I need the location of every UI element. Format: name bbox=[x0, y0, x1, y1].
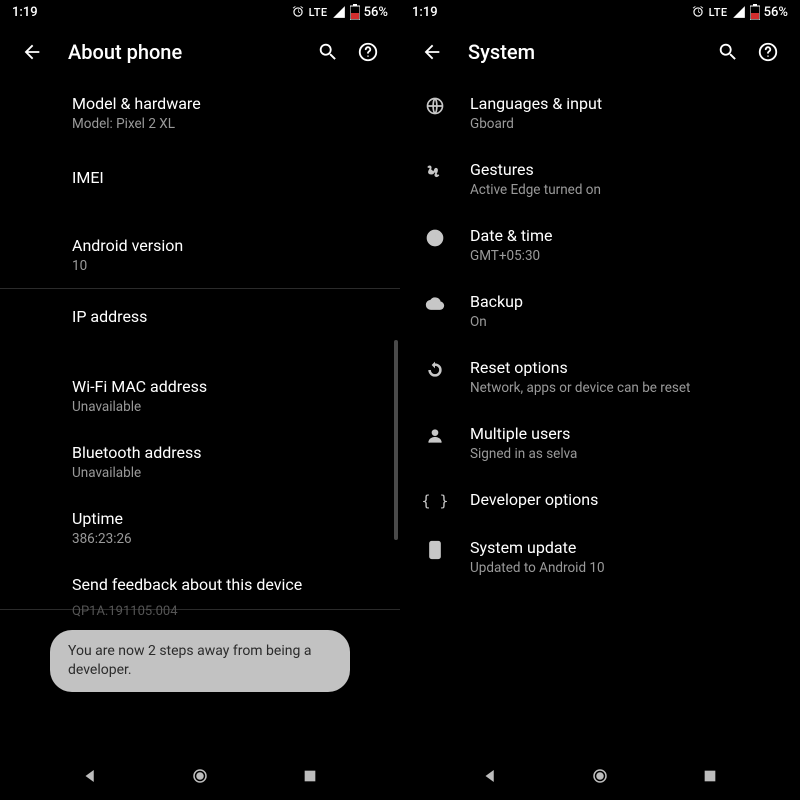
cloud-icon bbox=[425, 294, 445, 314]
help-button[interactable] bbox=[748, 32, 788, 72]
content-left: Model & hardware Model: Pixel 2 XL IMEI … bbox=[0, 80, 400, 752]
clock-icon bbox=[425, 228, 445, 248]
scrollbar[interactable] bbox=[394, 340, 398, 540]
battery-icon bbox=[750, 4, 760, 20]
search-icon bbox=[317, 41, 339, 63]
back-button[interactable] bbox=[12, 32, 52, 72]
item-uptime[interactable]: Uptime 386:23:26 bbox=[72, 495, 384, 561]
header-right: System bbox=[400, 24, 800, 80]
back-button[interactable] bbox=[412, 32, 452, 72]
nav-home[interactable] bbox=[580, 756, 620, 796]
battery-percent: 56% bbox=[764, 5, 788, 20]
item-system-update[interactable]: System updateUpdated to Android 10 bbox=[400, 524, 800, 590]
back-arrow-icon bbox=[21, 41, 43, 63]
page-title: About phone bbox=[68, 40, 308, 64]
nav-back[interactable] bbox=[470, 756, 510, 796]
item-reset-options[interactable]: Reset optionsNetwork, apps or device can… bbox=[400, 344, 800, 410]
item-send-feedback[interactable]: Send feedback about this device bbox=[72, 561, 384, 599]
lte-label: LTE bbox=[709, 6, 728, 19]
square-recent-icon bbox=[302, 768, 318, 784]
item-multiple-users[interactable]: Multiple usersSigned in as selva bbox=[400, 410, 800, 476]
nav-bar bbox=[0, 752, 400, 800]
item-languages-input[interactable]: Languages & inputGboard bbox=[400, 80, 800, 146]
person-icon bbox=[425, 426, 445, 446]
build-number-partial: QP1A.191105.004 bbox=[0, 604, 400, 619]
search-button[interactable] bbox=[708, 32, 748, 72]
developer-toast: You are now 2 steps away from being a de… bbox=[50, 630, 350, 692]
status-bar: 1:19 LTE 56% bbox=[0, 0, 400, 24]
nav-home[interactable] bbox=[180, 756, 220, 796]
status-bar: 1:19 LTE 56% bbox=[400, 0, 800, 24]
circle-home-icon bbox=[591, 767, 609, 785]
square-recent-icon bbox=[702, 768, 718, 784]
item-bluetooth-address[interactable]: Bluetooth address Unavailable bbox=[72, 429, 384, 495]
item-date-time[interactable]: Date & timeGMT+05:30 bbox=[400, 212, 800, 278]
help-icon bbox=[357, 41, 379, 63]
item-model-hardware[interactable]: Model & hardware Model: Pixel 2 XL bbox=[72, 80, 384, 146]
nav-bar bbox=[400, 752, 800, 800]
signal-icon bbox=[332, 5, 346, 19]
phone-right: 1:19 LTE 56% System Languages & inputGbo… bbox=[400, 0, 800, 800]
search-button[interactable] bbox=[308, 32, 348, 72]
signal-icon bbox=[732, 5, 746, 19]
nav-back[interactable] bbox=[70, 756, 110, 796]
status-time: 1:19 bbox=[412, 5, 438, 20]
content-right: Languages & inputGboard GesturesActive E… bbox=[400, 80, 800, 752]
alarm-icon bbox=[291, 5, 305, 19]
circle-home-icon bbox=[191, 767, 209, 785]
status-time: 1:19 bbox=[12, 5, 38, 20]
globe-icon bbox=[425, 96, 445, 116]
item-backup[interactable]: BackupOn bbox=[400, 278, 800, 344]
nav-recent[interactable] bbox=[690, 756, 730, 796]
braces-icon: { } bbox=[421, 492, 448, 510]
battery-icon bbox=[350, 4, 360, 20]
lte-label: LTE bbox=[309, 6, 328, 19]
triangle-back-icon bbox=[481, 767, 499, 785]
battery-percent: 56% bbox=[364, 5, 388, 20]
header-left: About phone bbox=[0, 24, 400, 80]
triangle-back-icon bbox=[81, 767, 99, 785]
item-developer-options[interactable]: { } Developer options bbox=[400, 476, 800, 524]
item-imei[interactable]: IMEI bbox=[72, 146, 384, 210]
phone-left: 1:19 LTE 56% About phone Model & hardwar… bbox=[0, 0, 400, 800]
item-gestures[interactable]: GesturesActive Edge turned on bbox=[400, 146, 800, 212]
help-button[interactable] bbox=[348, 32, 388, 72]
item-wifi-mac[interactable]: Wi-Fi MAC address Unavailable bbox=[72, 363, 384, 429]
gesture-icon bbox=[425, 162, 445, 182]
search-icon bbox=[717, 41, 739, 63]
item-ip-address[interactable]: IP address bbox=[72, 289, 384, 363]
item-android-version[interactable]: Android version 10 bbox=[72, 210, 384, 288]
restore-icon bbox=[425, 360, 445, 380]
update-icon bbox=[426, 540, 444, 560]
back-arrow-icon bbox=[421, 41, 443, 63]
nav-recent[interactable] bbox=[290, 756, 330, 796]
page-title: System bbox=[468, 40, 708, 64]
alarm-icon bbox=[691, 5, 705, 19]
help-icon bbox=[757, 41, 779, 63]
